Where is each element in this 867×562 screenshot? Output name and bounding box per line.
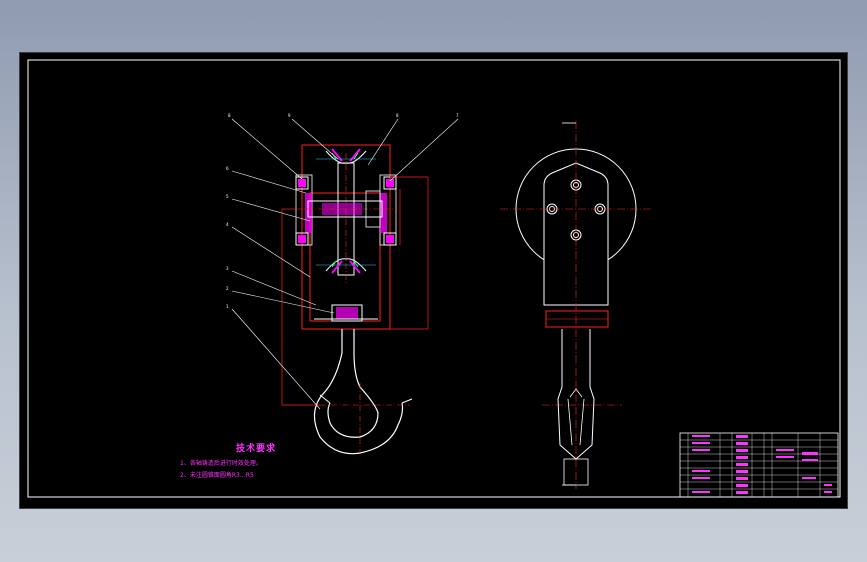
hook-inner [327, 329, 379, 438]
hook-tip [319, 394, 413, 404]
leader-num-1: 8 [228, 113, 231, 118]
leader-num-3: 8 [396, 113, 399, 118]
leader-num-9: 2 [226, 286, 229, 291]
bolt-hatch-4 [386, 235, 394, 243]
tech-req-note-1: 1、各轴铸造后进行时效处理。 [180, 459, 262, 467]
tech-requirements: 技术要求 1、各轴铸造后进行时效处理。 2、未注圆锥面圆角R3…R5 [180, 442, 276, 479]
leader-num-8: 3 [226, 266, 229, 271]
drawing-viewport[interactable]: 8 9 8 7 6 5 4 3 2 1 技术要求 1、各轴铸造后进行时效处理。 … [20, 53, 847, 508]
tech-req-note-2: 2、未注圆锥面圆角R3…R5 [180, 471, 254, 479]
leader-num-7: 4 [226, 222, 229, 227]
leader-num-2: 9 [288, 113, 291, 118]
title-block [679, 432, 839, 498]
hook-nut-hatch [336, 307, 358, 319]
bolt-hatch-2 [386, 179, 394, 187]
leader-num-10: 1 [226, 304, 229, 309]
leader-num-5: 6 [226, 166, 229, 171]
bolt-hatch-1 [298, 179, 306, 187]
drawing-frame [27, 59, 841, 498]
bolt-hatch-3 [298, 235, 306, 243]
right-plate-hatch [380, 193, 387, 233]
side-view [500, 121, 652, 489]
cad-drawing: 8 9 8 7 6 5 4 3 2 1 技术要求 1、各轴铸造后进行时效处理。 … [27, 59, 841, 498]
leader-num-6: 5 [226, 194, 229, 199]
front-section-view: 8 9 8 7 6 5 4 3 2 1 [226, 113, 459, 455]
title-block-marks [692, 435, 832, 494]
leader-num-4: 7 [456, 113, 459, 118]
tech-req-title: 技术要求 [236, 442, 276, 454]
hook-outer [313, 329, 404, 455]
